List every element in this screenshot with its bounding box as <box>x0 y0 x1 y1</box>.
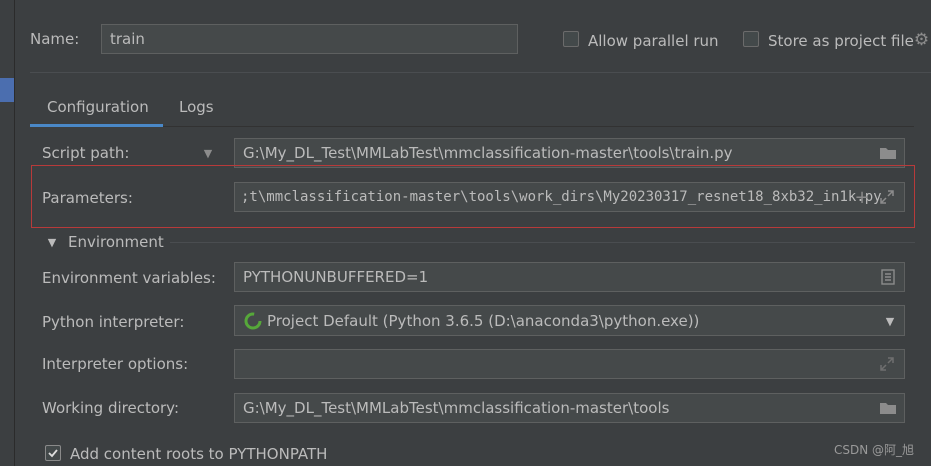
environment-section-title: Environment <box>68 233 164 251</box>
interpreter-options-input[interactable] <box>234 349 905 379</box>
tab-configuration[interactable]: Configuration <box>47 96 149 126</box>
interpreter-options-label: Interpreter options: <box>42 355 189 373</box>
env-vars-input[interactable]: PYTHONUNBUFFERED=1 <box>234 262 905 292</box>
add-content-roots-label: Add content roots to PYTHONPATH <box>70 445 328 463</box>
allow-parallel-checkbox[interactable] <box>563 31 579 47</box>
expand-icon[interactable] <box>877 186 897 208</box>
left-panel-strip <box>0 0 15 466</box>
gear-icon[interactable]: ⚙ <box>912 30 931 50</box>
plus-icon[interactable]: + <box>852 186 872 208</box>
tab-logs[interactable]: Logs <box>179 96 214 126</box>
collapse-triangle-icon[interactable]: ▼ <box>45 235 59 249</box>
store-project-label: Store as project file <box>768 32 914 50</box>
script-path-input[interactable]: G:\My_DL_Test\MMLabTest\mmclassification… <box>234 138 905 168</box>
working-dir-value: G:\My_DL_Test\MMLabTest\mmclassification… <box>243 399 670 417</box>
add-content-roots-checkbox[interactable] <box>45 445 61 461</box>
parameters-label: Parameters: <box>42 189 133 207</box>
environment-divider <box>170 242 915 243</box>
env-vars-label: Environment variables: <box>42 269 216 287</box>
interpreter-dropdown-icon[interactable]: ▼ <box>880 311 900 331</box>
document-icon[interactable] <box>877 266 899 288</box>
active-tab-indicator <box>30 124 163 127</box>
folder-icon[interactable] <box>876 142 900 164</box>
script-path-value: G:\My_DL_Test\MMLabTest\mmclassification… <box>243 144 733 162</box>
working-dir-input[interactable]: G:\My_DL_Test\MMLabTest\mmclassification… <box>234 393 905 423</box>
parameters-input[interactable]: ;t\mmclassification-master\tools\work_di… <box>234 182 905 212</box>
checkmark-icon <box>48 449 58 458</box>
top-divider <box>30 72 931 73</box>
folder-icon[interactable] <box>876 397 900 419</box>
allow-parallel-label: Allow parallel run <box>588 32 719 50</box>
script-type-dropdown-icon[interactable]: ▼ <box>198 144 218 162</box>
interpreter-select[interactable]: Project Default (Python 3.6.5 (D:\anacon… <box>234 305 905 336</box>
parameters-value: ;t\mmclassification-master\tools\work_di… <box>241 189 882 205</box>
name-input[interactable]: train <box>101 24 518 54</box>
script-path-label: Script path: <box>42 144 130 162</box>
watermark: CSDN @阿_旭 <box>834 443 915 457</box>
store-project-checkbox[interactable] <box>743 31 759 47</box>
interpreter-label: Python interpreter: <box>42 313 185 331</box>
interpreter-value: Project Default (Python 3.6.5 (D:\anacon… <box>267 311 700 330</box>
working-dir-label: Working directory: <box>42 399 180 417</box>
interpreter-ring-icon <box>244 312 262 329</box>
expand-icon[interactable] <box>877 353 897 375</box>
env-vars-value: PYTHONUNBUFFERED=1 <box>243 268 429 286</box>
left-panel-selected-item[interactable] <box>0 78 14 102</box>
name-label: Name: <box>30 30 80 48</box>
